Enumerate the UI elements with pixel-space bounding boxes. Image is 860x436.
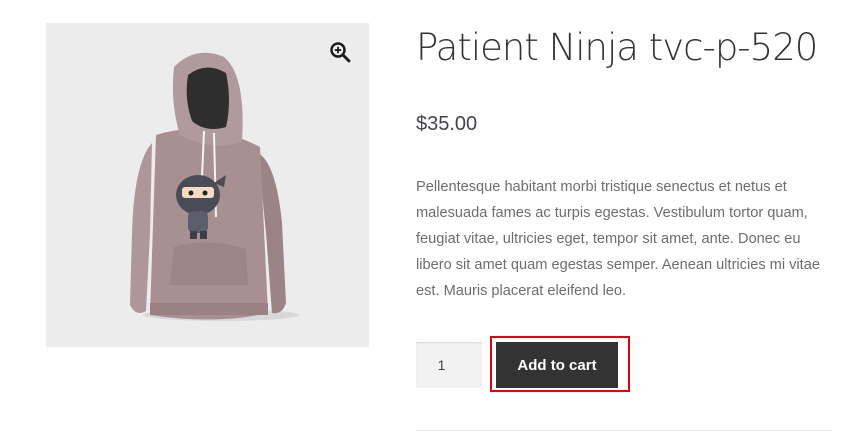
product-page: Patient Ninja tvc-p-520 $35.00 Pellentes… — [0, 0, 860, 436]
product-gallery — [46, 23, 369, 347]
product-image[interactable] — [46, 23, 369, 347]
zoom-icon[interactable] — [329, 41, 351, 63]
add-to-cart-form: Add to cart — [416, 336, 832, 392]
add-to-cart-button[interactable]: Add to cart — [496, 342, 618, 388]
product-price: $35.00 — [416, 113, 478, 135]
divider — [416, 430, 832, 431]
quantity-input[interactable] — [416, 342, 482, 388]
product-description: Pellentesque habitant morbi tristique se… — [416, 179, 820, 299]
product-title: Patient Ninja tvc-p-520 — [416, 26, 818, 69]
